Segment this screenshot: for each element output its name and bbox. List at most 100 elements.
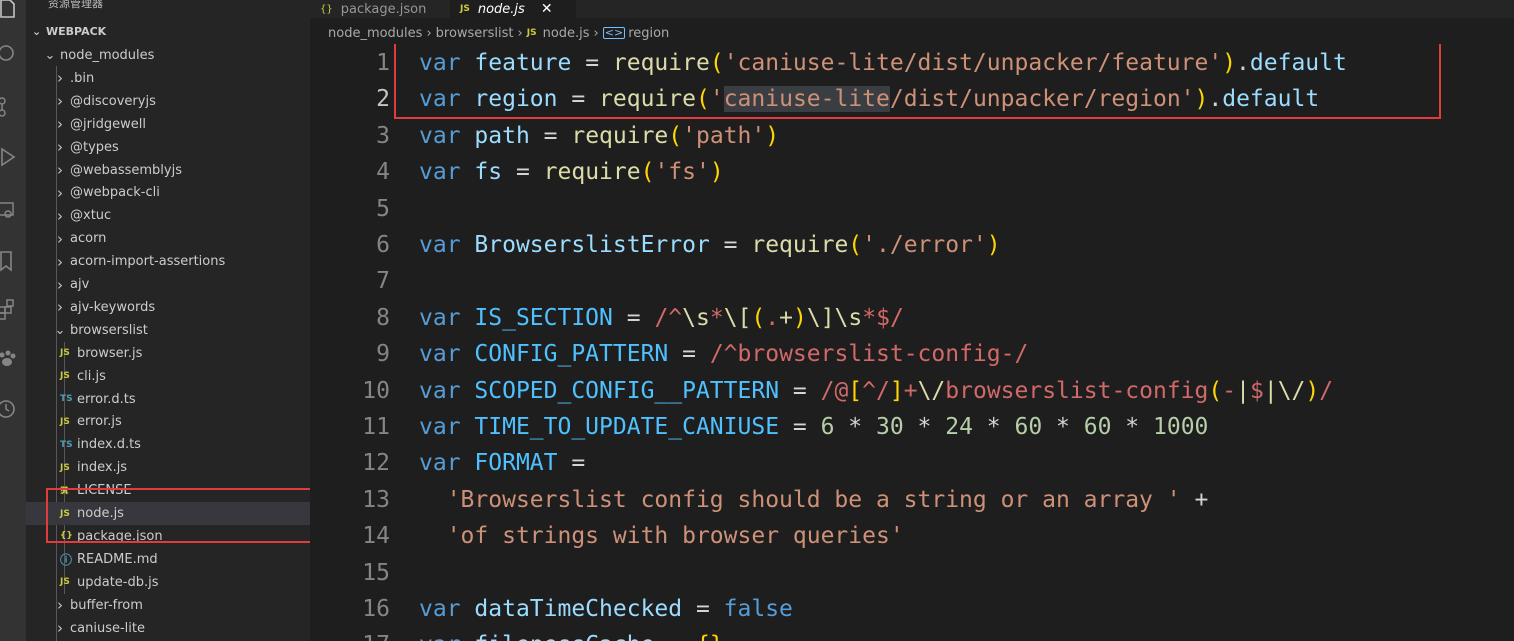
code-token: + <box>779 304 793 331</box>
code-line[interactable]: 15 <box>310 555 1514 591</box>
code-token: FORMAT <box>474 450 558 477</box>
tree-item-label: acorn-import-assertions <box>70 254 226 270</box>
tree-item-label: browser.js <box>77 345 143 361</box>
breadcrumb-item[interactable]: region <box>628 26 669 41</box>
tree-folder[interactable]: › @types <box>26 136 310 159</box>
code-editor[interactable]: 1 var feature = require('caniuse-lite/dis… <box>310 44 1514 641</box>
tree-item-label: index.js <box>77 460 128 476</box>
workspace-section-header[interactable]: ⌄ WEBPACK <box>26 20 310 43</box>
code-line[interactable]: 9 var CONFIG_PATTERN = /^browserslist-con… <box>310 336 1514 372</box>
code-line[interactable]: 12 var FORMAT = <box>310 445 1514 481</box>
explorer-icon[interactable] <box>0 0 26 24</box>
chevron-right-icon: › <box>57 252 63 271</box>
code-token: | <box>1236 377 1250 404</box>
variable-symbol-icon: <> <box>602 26 626 39</box>
code-line[interactable]: 6 var BrowserslistError = require('./erro… <box>310 227 1514 263</box>
code-line[interactable]: 7 <box>310 263 1514 299</box>
code-token: = <box>612 304 655 331</box>
tree-file[interactable]: TS error.d.ts <box>26 388 310 411</box>
tree-folder[interactable]: › @webassemblyjs <box>26 159 310 182</box>
tree-file[interactable]: JS index.js <box>26 456 310 479</box>
chevron-right-icon: › <box>57 619 63 637</box>
js-file-icon: JS <box>460 4 470 14</box>
code-token: - <box>1222 377 1237 404</box>
code-line[interactable]: 8 var IS_SECTION = /^ \s * \[(. +) \] \s *$/ <box>310 300 1514 336</box>
code-token: {} <box>696 632 724 641</box>
line-number: 9 <box>376 341 390 368</box>
breadcrumb-item[interactable]: browserslist <box>436 26 514 41</box>
run-debug-icon[interactable] <box>0 142 26 172</box>
tree-folder[interactable]: › ajv-keywords <box>26 296 310 319</box>
code-token: ) <box>986 232 1001 258</box>
code-token: \] <box>806 304 835 331</box>
tree-item-label: README.md <box>77 551 158 567</box>
breadcrumb-item[interactable]: node_modules <box>328 26 422 41</box>
code-token: 60 <box>1083 414 1112 440</box>
tree-folder[interactable]: › ajv <box>26 273 310 296</box>
code-line[interactable]: 13 'Browserslist config should be a stri… <box>310 482 1514 518</box>
more-actions-icon[interactable]: ··· <box>278 0 294 8</box>
tree-item-label: node_modules <box>60 48 155 63</box>
code-token: ^/ <box>862 377 890 404</box>
tree-folder[interactable]: ⌄ browserslist <box>26 319 310 342</box>
code-token: require <box>751 232 849 258</box>
code-line[interactable]: 3 var path = require('path') <box>310 118 1514 154</box>
code-token: false <box>723 596 793 622</box>
code-token: $ <box>1249 377 1264 404</box>
code-token: * <box>903 414 946 440</box>
tree-file[interactable]: TS index.d.ts <box>26 433 310 456</box>
tree-folder[interactable]: › @xtuc <box>26 204 310 227</box>
tree-item-label: @webassemblyjs <box>70 162 182 178</box>
tab-node-js[interactable]: JS node.js ✕ <box>450 0 576 18</box>
line-number: 13 <box>362 486 390 513</box>
tree-folder[interactable]: › @jridgewell <box>26 113 310 136</box>
tree-folder[interactable]: › buffer-from <box>26 594 310 617</box>
code-line[interactable]: 14 'of strings with browser queries' <box>310 518 1514 554</box>
explorer-sidebar: 资源管理器 ··· ⌄ WEBPACK ⌄ node_modules › .bin › @… <box>26 0 310 641</box>
close-icon[interactable]: ✕ <box>541 1 553 17</box>
code-line[interactable]: 17var filenessCache = {} <box>310 627 1514 641</box>
extensions-icon[interactable] <box>0 294 26 324</box>
tree-folder[interactable]: › acorn <box>26 227 310 250</box>
tree-file[interactable]: JS browser.js <box>26 342 310 365</box>
tree-item-label: caniuse-lite <box>70 620 145 636</box>
code-token: './error' <box>862 232 987 258</box>
tree-folder[interactable]: › caniuse-lite <box>26 617 310 640</box>
annotation-box-tree <box>46 488 310 543</box>
tree-file[interactable]: JS cli.js <box>26 365 310 388</box>
code-token: \/ <box>1277 377 1306 404</box>
tree-file[interactable]: JS update-db.js <box>26 571 310 594</box>
timeline-icon[interactable] <box>0 394 26 424</box>
code-line[interactable]: 11 var TIME_TO_UPDATE_CANIUSE = 6 * 30 * … <box>310 409 1514 445</box>
bookmark-icon[interactable] <box>0 246 26 276</box>
tree-folder[interactable]: › acorn-import-assertions <box>26 250 310 273</box>
code-line[interactable]: 10 var SCOPED_CONFIG__PATTERN = /@[^/] + \/… <box>310 373 1514 409</box>
chevron-right-icon: › <box>57 229 63 248</box>
code-line[interactable]: 16 var dataTimeChecked = false <box>310 591 1514 627</box>
tree-file[interactable]: JS error.js <box>26 410 310 433</box>
tree-folder[interactable]: › @webpack-cli <box>26 181 310 204</box>
remote-explorer-icon[interactable] <box>0 196 26 226</box>
breadcrumb-item[interactable]: node.js <box>543 26 590 41</box>
code-token: var <box>419 159 461 186</box>
source-control-icon[interactable] <box>0 92 26 122</box>
code-line[interactable]: 4 var fs = require('fs') <box>310 154 1514 190</box>
tree-file[interactable]: ⓘ README.md <box>26 548 310 571</box>
js-file-icon: JS <box>526 28 537 38</box>
code-token: 'fs' <box>654 159 710 186</box>
code-line[interactable]: 5 <box>310 191 1514 227</box>
chevron-right-icon: › <box>57 161 63 179</box>
tree-folder[interactable]: › .bin <box>26 67 310 90</box>
code-token: ( <box>1208 377 1223 404</box>
paw-icon[interactable] <box>0 344 26 374</box>
tree-item-label: @types <box>70 139 119 155</box>
tab-package-json[interactable]: {} package.json <box>310 0 450 18</box>
search-icon[interactable] <box>0 40 26 70</box>
tree-folder[interactable]: ⌄ node_modules <box>26 44 310 67</box>
tree-folder[interactable]: › @discoveryjs <box>26 90 310 113</box>
tree-item-label: acorn <box>70 231 107 247</box>
chevron-right-icon: › <box>57 69 63 88</box>
